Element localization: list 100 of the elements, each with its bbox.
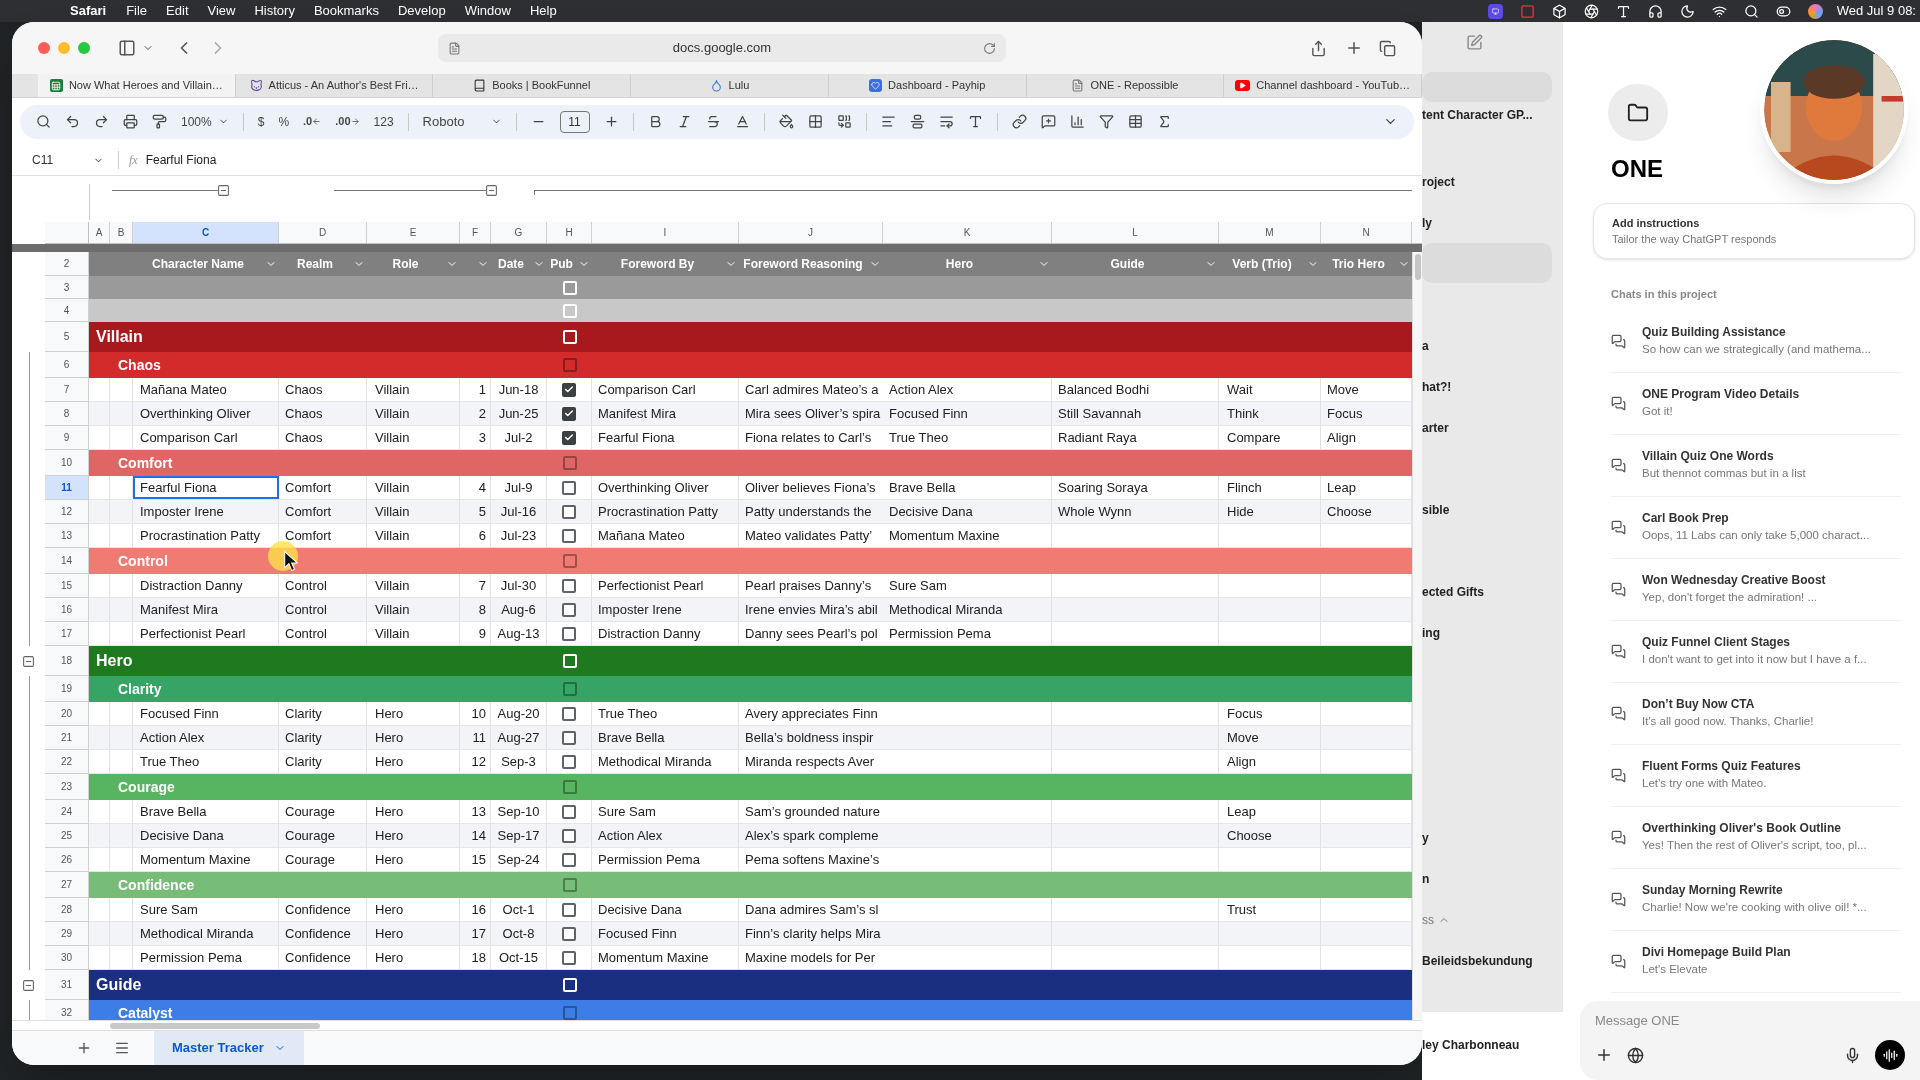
table-cell[interactable]: Hero: [367, 824, 460, 847]
table-cell[interactable]: Irene envies Mira’s abil: [739, 598, 883, 621]
table-cell[interactable]: Fearful Fiona: [133, 476, 279, 499]
wifi-icon[interactable]: [1711, 3, 1727, 19]
row-number[interactable]: 23: [45, 774, 89, 800]
table-cell[interactable]: Leap: [1219, 800, 1321, 823]
table-cell[interactable]: Chaos: [279, 426, 367, 449]
table-cell[interactable]: Confidence: [279, 946, 367, 969]
chat-title[interactable]: roject: [1422, 172, 1455, 191]
checkbox[interactable]: [562, 804, 576, 819]
row-number[interactable]: 7: [45, 378, 89, 402]
align-icon[interactable]: [880, 114, 896, 129]
table-cell[interactable]: 5: [460, 500, 491, 523]
chat-item[interactable]: Quiz Building Assistance So how can we strategically (and mathema...: [1611, 310, 1901, 373]
checkbox[interactable]: [562, 406, 576, 421]
table-cell[interactable]: Villain: [367, 378, 460, 401]
table-cell[interactable]: Compare: [1219, 426, 1321, 449]
table-cell[interactable]: Villain: [367, 426, 460, 449]
table-cell[interactable]: Focus: [1219, 702, 1321, 725]
table-cell[interactable]: Hide: [1219, 500, 1321, 523]
table-cell[interactable]: Procrastination Patty: [592, 500, 739, 523]
chat-item[interactable]: Fluent Forms Quiz Features Let’s try one with Mateo.: [1611, 744, 1901, 807]
row-number[interactable]: 19: [45, 676, 89, 702]
table-cell[interactable]: Mañana Mateo: [133, 378, 279, 401]
table-cell[interactable]: Imposter Irene: [133, 500, 279, 523]
table-cell[interactable]: Sure Sam: [133, 898, 279, 921]
checkbox[interactable]: [562, 902, 576, 917]
globe-icon[interactable]: [1627, 1046, 1644, 1064]
share-icon[interactable]: [1310, 39, 1327, 57]
menu-item[interactable]: Safari: [70, 1, 107, 21]
chat-item[interactable]: Overthinking Oliver's Book Outline Yes! Then the rest of Oliver's script, too, pl...: [1611, 806, 1901, 869]
aperture-icon[interactable]: [1583, 3, 1599, 19]
decrease-decimals-button[interactable]: .0: [303, 113, 322, 130]
vertical-align-icon[interactable]: [909, 114, 925, 129]
table-cell[interactable]: 11: [460, 726, 491, 749]
table-cell[interactable]: Soaring Soraya: [1052, 476, 1219, 499]
column-header[interactable]: F: [460, 222, 491, 243]
square-icon[interactable]: [1519, 3, 1535, 19]
row-number[interactable]: 12: [45, 500, 89, 524]
search-icon[interactable]: [1743, 3, 1759, 19]
checkbox[interactable]: [562, 578, 576, 593]
table-cell[interactable]: Think: [1219, 402, 1321, 425]
checkbox[interactable]: [562, 626, 576, 641]
table-cell[interactable]: 6: [460, 524, 491, 547]
table-cell[interactable]: Jul-9: [491, 476, 547, 499]
table-cell[interactable]: Villain: [367, 622, 460, 645]
table-cell[interactable]: Courage: [279, 848, 367, 871]
table-cell[interactable]: Manifest Mira: [133, 598, 279, 621]
wrap-icon[interactable]: [938, 114, 954, 129]
column-header[interactable]: E: [367, 222, 460, 243]
table-cell[interactable]: Permission Pema: [133, 946, 279, 969]
menu-item[interactable]: Develop: [397, 1, 446, 21]
row-number[interactable]: 29: [45, 922, 89, 946]
print-icon[interactable]: [123, 114, 138, 129]
row-number[interactable]: 6: [45, 352, 89, 378]
table-cell[interactable]: Courage: [279, 824, 367, 847]
chat-title[interactable]: a: [1422, 336, 1429, 355]
checkbox[interactable]: [562, 382, 576, 397]
table-cell[interactable]: Brave Bella: [592, 726, 739, 749]
table-cell[interactable]: Hero: [367, 750, 460, 773]
row-number[interactable]: 32: [45, 1000, 89, 1020]
table-cell[interactable]: Comfort: [279, 476, 367, 499]
table-cell[interactable]: Brave Bella: [883, 476, 1052, 499]
row-number[interactable]: 10: [45, 450, 89, 476]
checkbox[interactable]: [562, 480, 576, 495]
menu-item[interactable]: Bookmarks: [313, 1, 379, 21]
strikethrough-icon[interactable]: [705, 114, 721, 129]
table-cell[interactable]: Aug-20: [491, 702, 547, 725]
moon-icon[interactable]: [1679, 3, 1695, 19]
collapse-icon[interactable]: [22, 654, 35, 668]
row-number[interactable]: 15: [45, 574, 89, 598]
chat-title[interactable]: n: [1422, 869, 1430, 888]
table-cell[interactable]: Maxine models for Per: [739, 946, 883, 969]
table-cell[interactable]: Finn’s clarity helps Mira: [739, 922, 883, 945]
table-cell[interactable]: Hero: [367, 702, 460, 725]
voice-button[interactable]: [1875, 1040, 1905, 1070]
table-cell[interactable]: Control: [279, 598, 367, 621]
checkbox[interactable]: [562, 730, 576, 745]
table-cell[interactable]: Move: [1219, 726, 1321, 749]
table-cell[interactable]: 12: [460, 750, 491, 773]
table-cell[interactable]: Villain: [367, 598, 460, 621]
table-cell[interactable]: 9: [460, 622, 491, 645]
column-header[interactable]: A: [89, 222, 110, 243]
table-cell[interactable]: Danny sees Pearl’s pol: [739, 622, 883, 645]
table-cell[interactable]: Oct-15: [491, 946, 547, 969]
table-cell[interactable]: Control: [279, 574, 367, 597]
table-cell[interactable]: Hero: [367, 922, 460, 945]
scrollbar-thumb[interactable]: [110, 1022, 320, 1029]
all-sheets-icon[interactable]: [114, 1040, 130, 1056]
table-cell[interactable]: Balanced Bodhi: [1052, 378, 1219, 401]
row-number[interactable]: 2: [45, 252, 89, 276]
chat-title[interactable]: ing: [1422, 623, 1440, 642]
column-header[interactable]: G: [491, 222, 547, 243]
number-format-button[interactable]: 123: [373, 112, 394, 131]
earbuds-icon[interactable]: [1647, 3, 1663, 19]
table-cell[interactable]: Carl admires Mateo’s a: [739, 378, 883, 401]
table-cell[interactable]: Choose: [1219, 824, 1321, 847]
table-cell[interactable]: Fearful Fiona: [592, 426, 739, 449]
checkbox[interactable]: [562, 754, 576, 769]
table-cell[interactable]: Manifest Mira: [592, 402, 739, 425]
